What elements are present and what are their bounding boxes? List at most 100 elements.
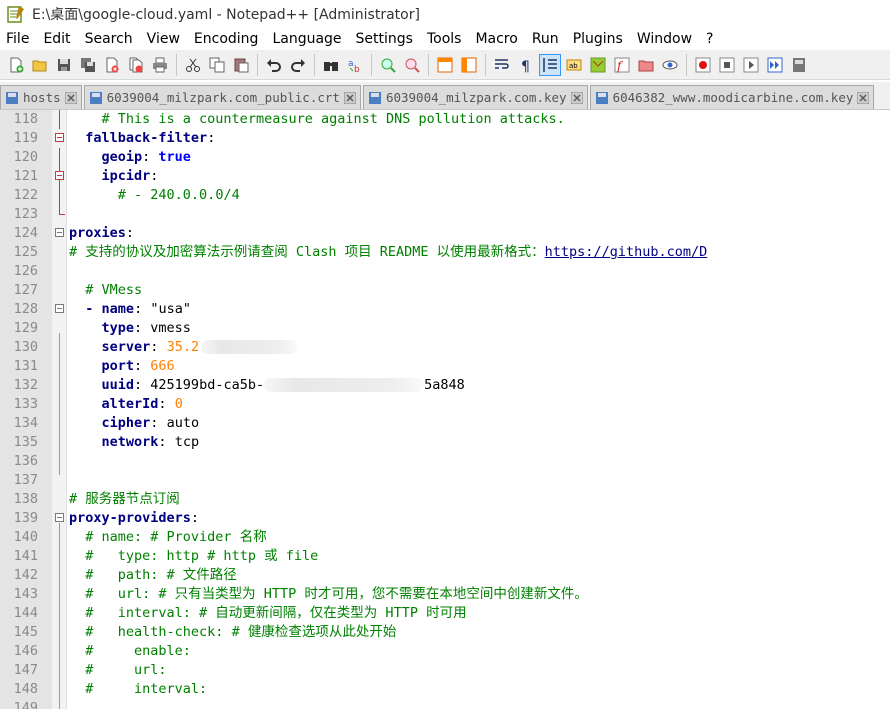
- toolbar-separator: [686, 53, 687, 76]
- paste-icon[interactable]: [231, 55, 251, 75]
- tab-moodicarbine-key[interactable]: 6046382_www.moodicarbine.com.key: [589, 85, 875, 109]
- code-line: 131 port: 666: [13, 358, 175, 374]
- text-editor[interactable]: 118 # This is a countermeasure against D…: [0, 110, 890, 709]
- close-tab-icon[interactable]: [343, 91, 356, 104]
- find-icon[interactable]: [321, 55, 341, 75]
- menu-search[interactable]: Search: [78, 31, 140, 47]
- close-tab-icon[interactable]: [570, 91, 583, 104]
- document-map-icon[interactable]: [588, 55, 608, 75]
- close-tab-icon[interactable]: [64, 91, 77, 104]
- word-wrap-icon[interactable]: [492, 55, 512, 75]
- code-line: 119 fallback-filter:: [13, 130, 216, 146]
- menu-macro[interactable]: Macro: [468, 31, 524, 47]
- notepad-plus-plus-icon: [7, 6, 24, 23]
- svg-text:a: a: [348, 59, 354, 69]
- tab-hosts[interactable]: hosts: [0, 85, 82, 109]
- sync-vertical-icon[interactable]: [435, 55, 455, 75]
- code-line: 141 # type: http # http 或 file: [13, 548, 319, 564]
- fold-toggle-icon[interactable]: [55, 513, 64, 522]
- toolbar-separator: [371, 53, 372, 76]
- code-line: 135 network: tcp: [13, 434, 200, 450]
- title-bar: E:\桌面\google-cloud.yaml - Notepad++ [Adm…: [0, 0, 890, 28]
- code-line: 136: [13, 453, 38, 469]
- fold-toggle-icon[interactable]: [55, 304, 64, 313]
- menu-encoding[interactable]: Encoding: [187, 31, 266, 47]
- save-macro-icon[interactable]: [789, 55, 809, 75]
- tab-milzpark-key[interactable]: 6039004_milzpark.com.key: [362, 85, 588, 109]
- close-all-icon[interactable]: [126, 55, 146, 75]
- code-line: 149: [13, 700, 38, 709]
- print-icon[interactable]: [150, 55, 170, 75]
- file-tab-icon: [368, 91, 381, 104]
- file-tab-icon: [595, 91, 608, 104]
- code-line: 123: [13, 206, 38, 222]
- code-line: 139 proxy-providers:: [13, 510, 200, 526]
- record-macro-icon[interactable]: [693, 55, 713, 75]
- indent-guide-icon[interactable]: [539, 53, 561, 76]
- redo-icon[interactable]: [288, 55, 308, 75]
- code-line: 147 # url:: [13, 662, 167, 678]
- tab-milzpark-public-crt[interactable]: 6039004_milzpark.com_public.crt: [83, 85, 361, 109]
- tab-label: 6046382_www.moodicarbine.com.key: [612, 90, 854, 105]
- tab-bar: hosts 6039004_milzpark.com_public.crt 60…: [0, 82, 890, 110]
- menu-view[interactable]: View: [140, 31, 187, 47]
- save-icon[interactable]: [54, 55, 74, 75]
- menu-help[interactable]: ?: [699, 31, 720, 47]
- cut-icon[interactable]: [183, 55, 203, 75]
- code-line: 140 # name: # Provider 名称: [13, 529, 267, 545]
- menu-window[interactable]: Window: [630, 31, 699, 47]
- code-line: 124 proxies:: [13, 225, 135, 241]
- new-file-icon[interactable]: [6, 55, 26, 75]
- zoom-in-icon[interactable]: [378, 55, 398, 75]
- menu-language[interactable]: Language: [265, 31, 348, 47]
- toolbar-separator: [485, 53, 486, 76]
- code-line: 122 # - 240.0.0.0/4: [13, 187, 240, 203]
- zoom-out-icon[interactable]: [402, 55, 422, 75]
- code-line: 125 # 支持的协议及加密算法示例请查阅 Clash 项目 README 以使用…: [13, 244, 708, 260]
- menu-tools[interactable]: Tools: [420, 31, 469, 47]
- copy-icon[interactable]: [207, 55, 227, 75]
- undo-icon[interactable]: [264, 55, 284, 75]
- code-line: 133 alterId: 0: [13, 396, 183, 412]
- sync-horizontal-icon[interactable]: [459, 55, 479, 75]
- fold-toggle-icon[interactable]: [55, 228, 64, 237]
- menu-plugins[interactable]: Plugins: [566, 31, 630, 47]
- code-line: 146 # enable:: [13, 643, 191, 659]
- stop-record-icon[interactable]: [717, 55, 737, 75]
- show-all-chars-icon[interactable]: ¶: [516, 55, 536, 75]
- toolbar: ab ¶ ab f: [0, 50, 890, 80]
- close-tab-icon[interactable]: [857, 91, 870, 104]
- toolbar-separator: [257, 53, 258, 76]
- redacted-blur: [264, 378, 425, 392]
- save-all-icon[interactable]: [78, 55, 98, 75]
- code-line: 126: [13, 263, 38, 279]
- open-file-icon[interactable]: [30, 55, 50, 75]
- menu-settings[interactable]: Settings: [349, 31, 420, 47]
- code-line: 128 - name: "usa": [13, 301, 191, 317]
- svg-text:ab: ab: [569, 62, 578, 70]
- menu-edit[interactable]: Edit: [36, 31, 77, 47]
- code-line: 142 # path: # 文件路径: [13, 567, 237, 583]
- fold-toggle-icon[interactable]: [55, 171, 64, 180]
- code-line: 148 # interval:: [13, 681, 208, 697]
- run-macro-multiple-icon[interactable]: [765, 55, 785, 75]
- code-line: 120 geoip: true: [13, 149, 191, 165]
- code-line: 132 uuid: 425199bd-ca5b- 5a848: [13, 377, 465, 393]
- code-line: 138 # 服务器节点订阅: [13, 491, 180, 507]
- file-tab-icon: [89, 91, 102, 104]
- tab-label: 6039004_milzpark.com.key: [385, 90, 567, 105]
- monitoring-icon[interactable]: [660, 55, 680, 75]
- code-line: 129 type: vmess: [13, 320, 191, 336]
- code-line: 144 # interval: # 自动更新间隔，仅在类型为 HTTP 时可用: [13, 605, 467, 621]
- menu-run[interactable]: Run: [525, 31, 566, 47]
- play-macro-icon[interactable]: [741, 55, 761, 75]
- close-icon[interactable]: [102, 55, 122, 75]
- user-language-icon[interactable]: ab: [564, 55, 584, 75]
- window-title: E:\桌面\google-cloud.yaml - Notepad++ [Adm…: [32, 7, 420, 23]
- menu-file[interactable]: File: [0, 31, 36, 47]
- folder-workspace-icon[interactable]: [636, 55, 656, 75]
- replace-icon[interactable]: ab: [345, 55, 365, 75]
- github-link[interactable]: https://github.com/D: [545, 244, 708, 260]
- fold-toggle-icon[interactable]: [55, 133, 64, 142]
- function-list-icon[interactable]: f: [612, 55, 632, 75]
